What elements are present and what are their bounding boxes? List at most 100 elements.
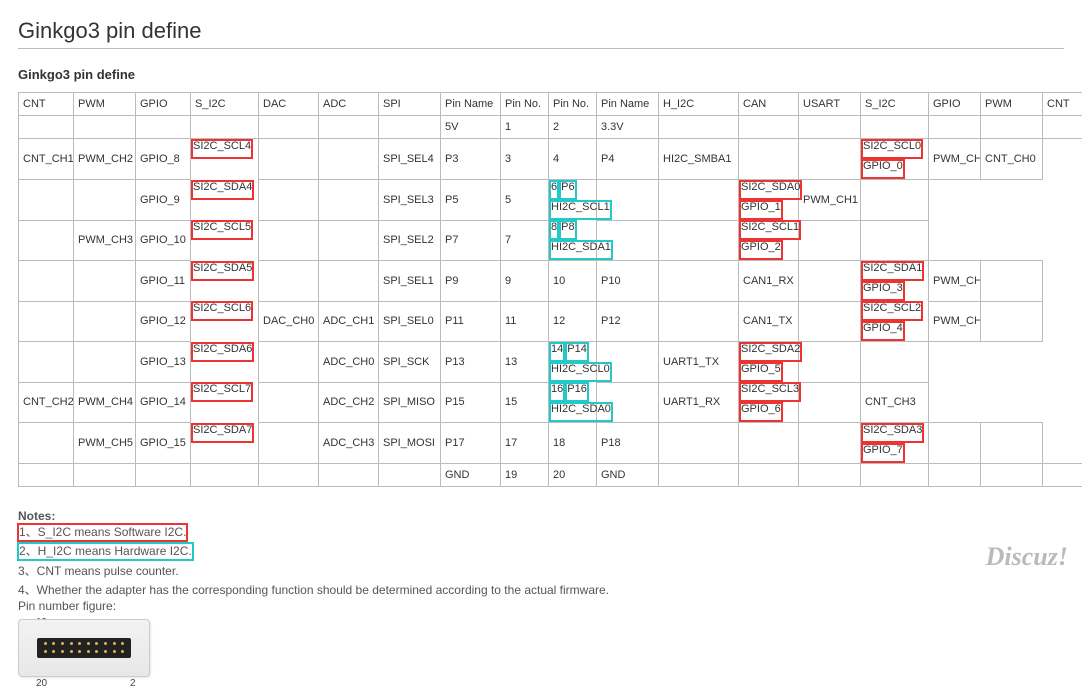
table-cell bbox=[659, 423, 739, 464]
table-cell: GPIO_10 bbox=[136, 220, 191, 261]
col-header: CAN bbox=[739, 93, 799, 116]
table-cell: GPIO_12 bbox=[136, 301, 191, 342]
col-header: CNT bbox=[1043, 93, 1082, 116]
table-cell bbox=[319, 180, 379, 221]
table-cell: SPI_SEL0 bbox=[379, 301, 441, 342]
table-cell: SI2C_SDA6 bbox=[191, 342, 254, 362]
table-cell bbox=[929, 464, 981, 487]
table-cell bbox=[319, 139, 379, 180]
table-header-row: CNTPWMGPIOS_I2CDACADCSPIPin NamePin No.P… bbox=[19, 93, 1082, 116]
table-cell bbox=[319, 261, 379, 302]
table-cell: PWM_CH7 bbox=[929, 301, 981, 342]
table-cell: GPIO_2 bbox=[739, 240, 783, 260]
table-cell: DAC_CH0 bbox=[259, 301, 319, 342]
note-item: 4、Whether the adapter has the correspond… bbox=[18, 581, 609, 598]
table-cell: GPIO_4 bbox=[861, 321, 905, 341]
table-cell: PWM_CH0 bbox=[929, 139, 981, 180]
table-cell: 17 bbox=[501, 423, 549, 464]
table-cell bbox=[319, 220, 379, 261]
table-row: CNT_CH1PWM_CH2GPIO_8SI2C_SCL4SPI_SEL4P33… bbox=[19, 139, 1082, 180]
table-cell: GND bbox=[597, 464, 659, 487]
table-cell bbox=[19, 301, 74, 342]
table-cell bbox=[74, 301, 136, 342]
table-cell: 5V bbox=[441, 116, 501, 139]
table-cell: PWM_CH1 bbox=[799, 180, 861, 221]
table-cell bbox=[861, 220, 929, 261]
table-cell bbox=[74, 116, 136, 139]
table-cell: HI2C_SCL1 bbox=[549, 200, 612, 220]
table-cell: P12 bbox=[597, 301, 659, 342]
col-header: CNT bbox=[19, 93, 74, 116]
table-cell bbox=[136, 464, 191, 487]
table-cell bbox=[1043, 464, 1082, 487]
table-cell: ADC_CH1 bbox=[319, 301, 379, 342]
table-cell: SPI_MISO bbox=[379, 382, 441, 423]
table-row: PWM_CH5GPIO_15SI2C_SDA7ADC_CH3SPI_MOSIP1… bbox=[19, 423, 1082, 464]
table-cell bbox=[1043, 116, 1082, 139]
col-header: DAC bbox=[259, 93, 319, 116]
col-header: ADC bbox=[319, 93, 379, 116]
table-cell: SI2C_SDA1 bbox=[861, 261, 924, 281]
table-cell bbox=[379, 116, 441, 139]
table-cell: P9 bbox=[441, 261, 501, 302]
table-cell: SI2C_SCL4 bbox=[191, 139, 253, 159]
table-row: PWM_CH3GPIO_10SI2C_SCL5SPI_SEL2P778P8HI2… bbox=[19, 220, 1082, 261]
table-cell: 14 bbox=[549, 342, 565, 362]
table-cell bbox=[861, 180, 929, 221]
table-cell bbox=[659, 301, 739, 342]
fig-label-bl: 20 bbox=[36, 678, 47, 689]
table-cell bbox=[659, 116, 739, 139]
note-item: 2、H_I2C means Hardware I2C. bbox=[18, 543, 193, 560]
table-cell: SI2C_SCL0 bbox=[861, 139, 923, 159]
table-cell: P16 bbox=[565, 382, 589, 402]
table-cell bbox=[799, 382, 861, 423]
col-header: GPIO bbox=[136, 93, 191, 116]
col-header: Pin Name bbox=[597, 93, 659, 116]
table-cell bbox=[19, 180, 74, 221]
section-subtitle: Ginkgo3 pin define bbox=[18, 63, 1064, 86]
table-cell: 12 bbox=[549, 301, 597, 342]
table-cell: SI2C_SDA7 bbox=[191, 423, 254, 443]
table-cell bbox=[379, 464, 441, 487]
table-cell: SPI_SEL3 bbox=[379, 180, 441, 221]
connector-graphic bbox=[18, 619, 150, 677]
table-cell: GPIO_8 bbox=[136, 139, 191, 180]
table-cell bbox=[659, 180, 739, 221]
table-cell: 13 bbox=[501, 342, 549, 383]
table-cell: GPIO_11 bbox=[136, 261, 191, 302]
watermark: Discuz! bbox=[986, 542, 1068, 572]
table-cell: SPI_SEL4 bbox=[379, 139, 441, 180]
col-header: H_I2C bbox=[659, 93, 739, 116]
table-cell: 15 bbox=[501, 382, 549, 423]
table-row: GPIO_11SI2C_SDA5SPI_SEL1P9910P10CAN1_RXS… bbox=[19, 261, 1082, 302]
table-cell bbox=[981, 423, 1043, 464]
table-cell: 11 bbox=[501, 301, 549, 342]
table-cell: 19 bbox=[501, 464, 549, 487]
table-cell bbox=[74, 261, 136, 302]
table-cell bbox=[659, 464, 739, 487]
table-cell: UART1_TX bbox=[659, 342, 739, 383]
table-cell bbox=[861, 342, 929, 383]
col-header: S_I2C bbox=[861, 93, 929, 116]
table-cell: 18 bbox=[549, 423, 597, 464]
table-cell bbox=[259, 382, 319, 423]
table-cell bbox=[259, 220, 319, 261]
table-cell bbox=[799, 423, 861, 464]
notes-heading: Notes: bbox=[18, 509, 1064, 523]
table-cell: P3 bbox=[441, 139, 501, 180]
table-cell: GPIO_1 bbox=[739, 200, 783, 220]
table-cell: P5 bbox=[441, 180, 501, 221]
figure-label: Pin number figure: bbox=[18, 599, 1064, 613]
table-cell: CNT_CH0 bbox=[981, 139, 1043, 180]
table-row: GND1920GND bbox=[19, 464, 1082, 487]
note-item: 1、S_I2C means Software I2C. bbox=[18, 524, 187, 541]
table-cell bbox=[981, 464, 1043, 487]
table-cell: HI2C_SDA0 bbox=[549, 402, 613, 422]
table-cell: P14 bbox=[565, 342, 589, 362]
table-cell: SPI_MOSI bbox=[379, 423, 441, 464]
col-header: GPIO bbox=[929, 93, 981, 116]
table-cell: PWM_CH5 bbox=[74, 423, 136, 464]
table-cell: SI2C_SDA0 bbox=[739, 180, 802, 200]
table-cell: GPIO_0 bbox=[861, 159, 905, 179]
table-cell: ADC_CH0 bbox=[319, 342, 379, 383]
